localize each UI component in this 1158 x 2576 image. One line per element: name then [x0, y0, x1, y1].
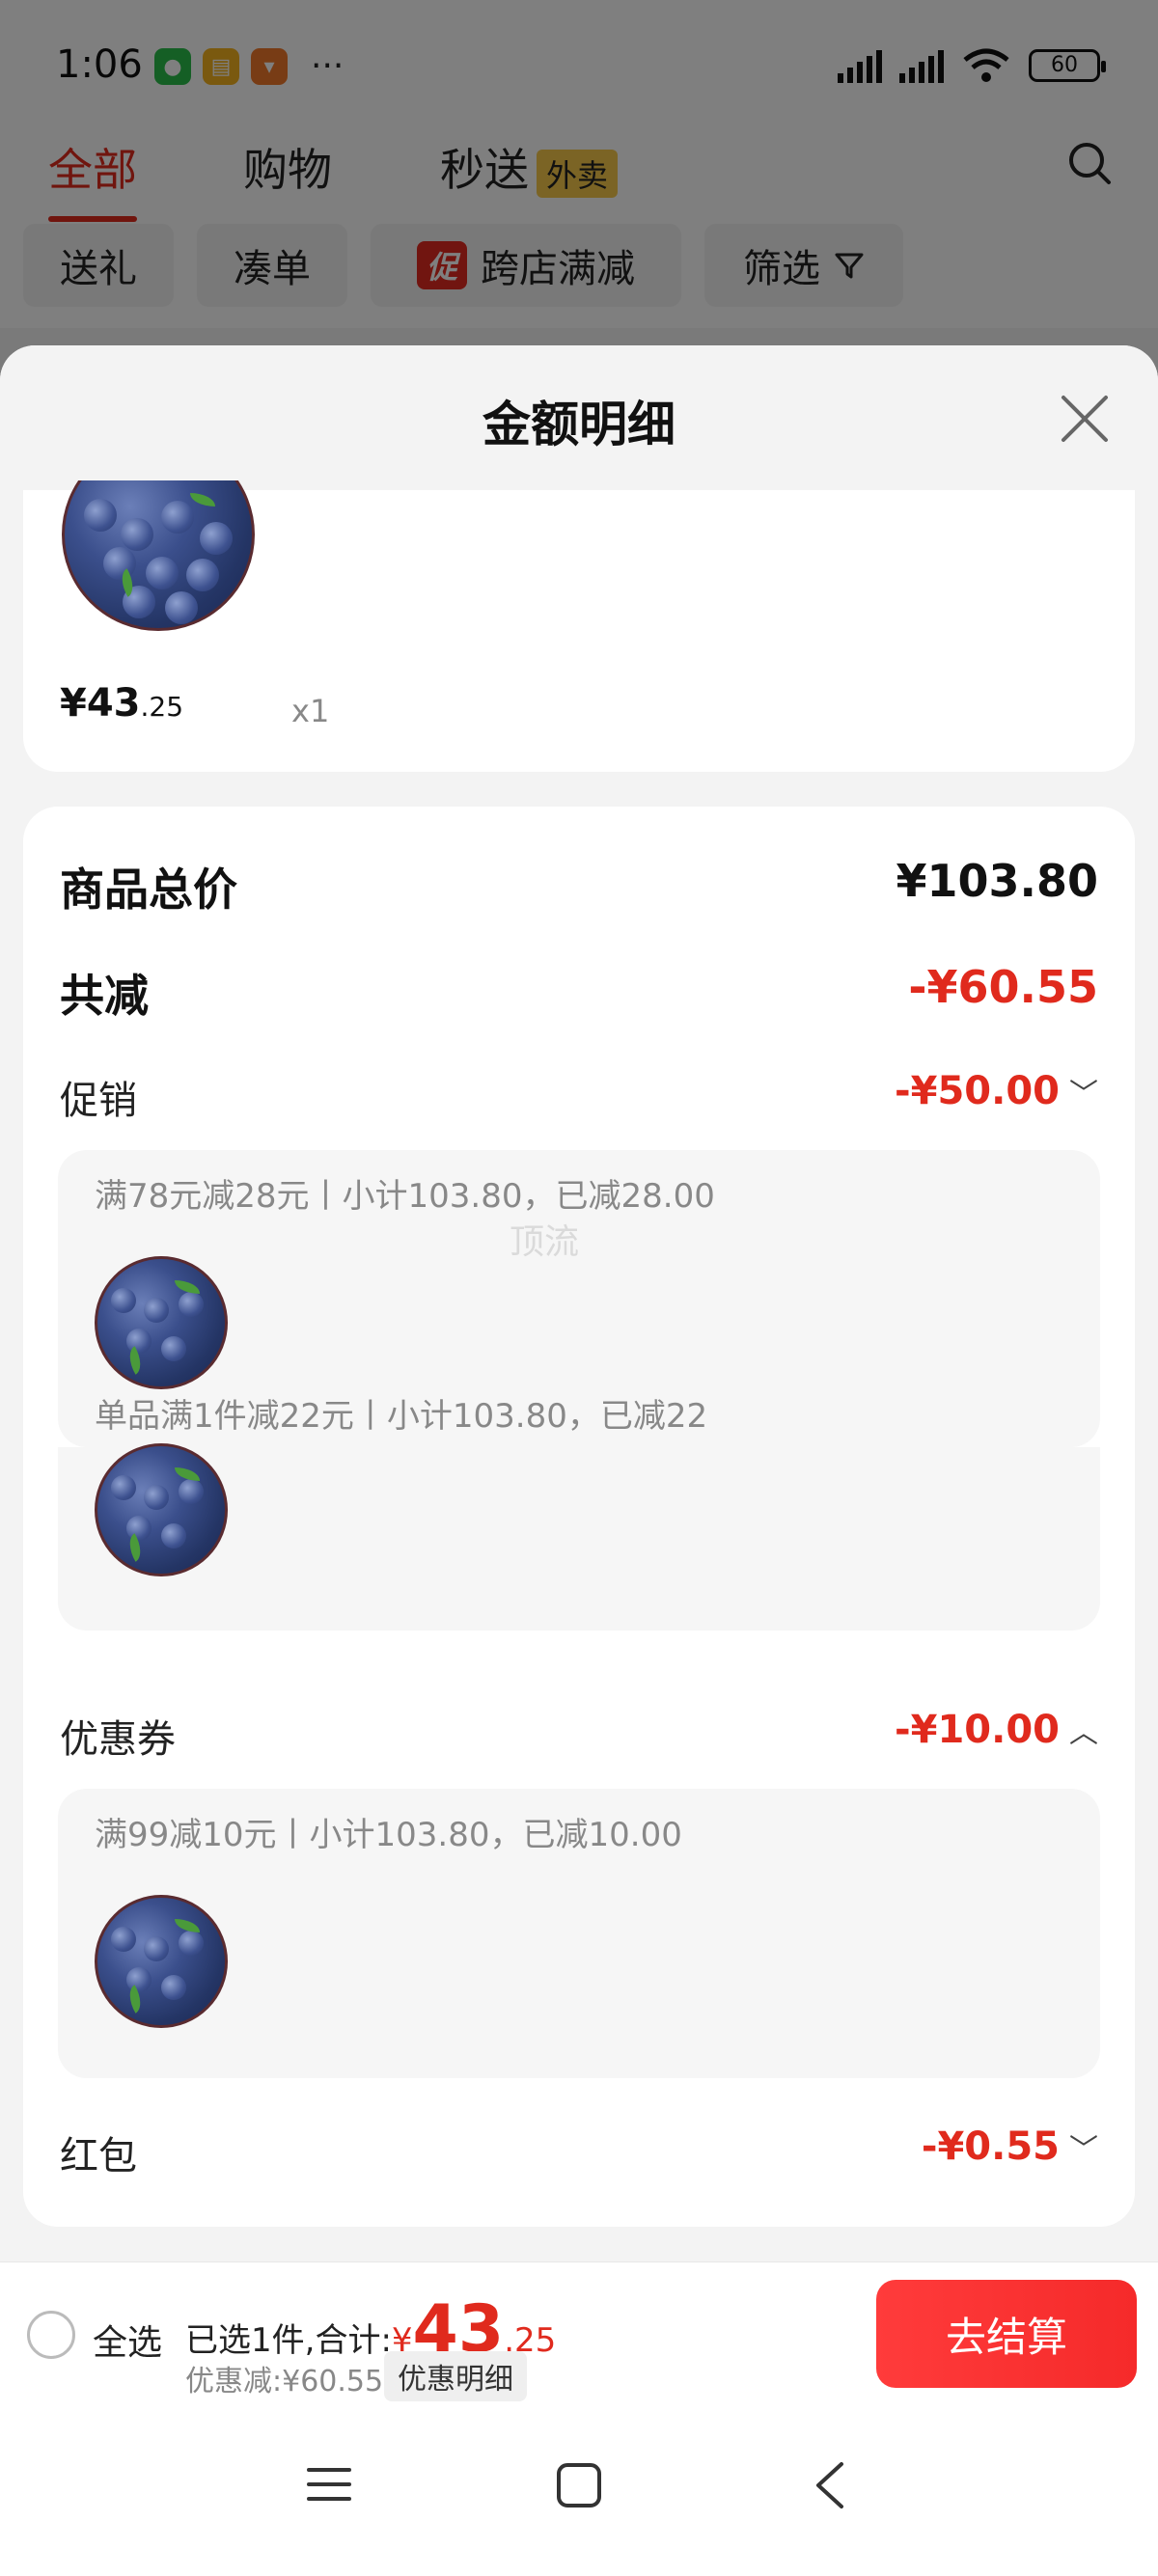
product-quantity: x1: [291, 693, 330, 729]
price-detail-card: 商品总价 ¥103.80 共减 -¥60.55 促销 -¥50.00 ﹀ 满78…: [23, 807, 1135, 2227]
discount-detail-button[interactable]: 优惠明细: [384, 2351, 527, 2401]
sheet-title: 金额明细: [482, 397, 676, 452]
redpacket-label: 红包: [60, 2134, 137, 2179]
discount-summary: 优惠减:¥60.55: [185, 2365, 384, 2398]
selected-text: 已选1件,合计:: [185, 2321, 392, 2360]
sheet-header: 金额明细: [0, 345, 1158, 490]
coupon-label: 优惠券: [60, 1717, 176, 1762]
select-all-label[interactable]: 全选: [93, 2315, 162, 2365]
product-price: ¥43.25: [60, 681, 183, 726]
promo-detail-box-2: [58, 1443, 1100, 1631]
product-price-dec: .25: [140, 691, 184, 723]
total-reduce-label: 共减: [60, 970, 149, 1022]
product-card: ¥43.25 x1: [23, 480, 1135, 772]
total-reduce-value: -¥60.55: [908, 961, 1098, 1013]
chevron-up-icon: ︿: [1069, 1716, 1098, 1750]
system-nav-bar: [0, 2406, 1158, 2576]
coupon-thumb[interactable]: [95, 1895, 228, 2028]
product-image[interactable]: [62, 480, 257, 633]
blueberry-thumb-icon: [95, 1256, 228, 1389]
promo-line-2: 单品满1件减22元丨小计103.80，已减22: [95, 1397, 708, 1436]
select-all-radio[interactable]: [27, 2311, 75, 2359]
blueberry-image: [62, 480, 255, 631]
close-icon[interactable]: [1058, 392, 1112, 446]
product-price-int: ¥43: [60, 681, 141, 726]
promo-label: 促销: [60, 1079, 137, 1123]
coupon-detail-box: 满99减10元丨小计103.80，已减10.00: [58, 1789, 1100, 2078]
blueberry-thumb-icon: [95, 1443, 228, 1576]
blueberry-thumb-icon: [95, 1895, 228, 2028]
promo-value: -¥50.00: [895, 1069, 1060, 1113]
promo-thumb-1[interactable]: [95, 1256, 228, 1389]
promo-toggle[interactable]: -¥50.00 ﹀: [895, 1069, 1098, 1113]
promo-detail-box: 满78元减28元丨小计103.80，已减28.00 单品满1件减22元丨小计10…: [58, 1150, 1100, 1447]
watermark: 顶流: [510, 1222, 580, 1262]
promo-thumb-2[interactable]: [95, 1443, 228, 1576]
total-price-label: 商品总价: [60, 863, 237, 916]
total-price-value: ¥103.80: [896, 855, 1098, 907]
coupon-value: -¥10.00: [895, 1708, 1060, 1752]
redpacket-toggle[interactable]: -¥0.55 ﹀: [922, 2124, 1098, 2169]
chevron-down-icon: ﹀: [1069, 1078, 1098, 1111]
amount-detail-sheet: 金额明细 ¥43.25 x1 商品总价 ¥103.80 共减 -¥60.55 促…: [0, 345, 1158, 2576]
checkout-bar: 全选 已选1件,合计:¥43.25 优惠减:¥60.55 优惠明细 去结算: [0, 2261, 1158, 2406]
back-icon[interactable]: [811, 2460, 849, 2510]
menu-icon[interactable]: [305, 2460, 353, 2508]
redpacket-value: -¥0.55: [921, 2124, 1060, 2169]
promo-line-1: 满78元减28元丨小计103.80，已减28.00: [95, 1177, 715, 1216]
chevron-down-icon: ﹀: [1069, 2133, 1098, 2167]
coupon-line: 满99减10元丨小计103.80，已减10.00: [95, 1816, 682, 1854]
home-icon[interactable]: [554, 2460, 604, 2510]
coupon-toggle[interactable]: -¥10.00 ︿: [895, 1708, 1098, 1752]
checkout-button[interactable]: 去结算: [876, 2280, 1137, 2388]
